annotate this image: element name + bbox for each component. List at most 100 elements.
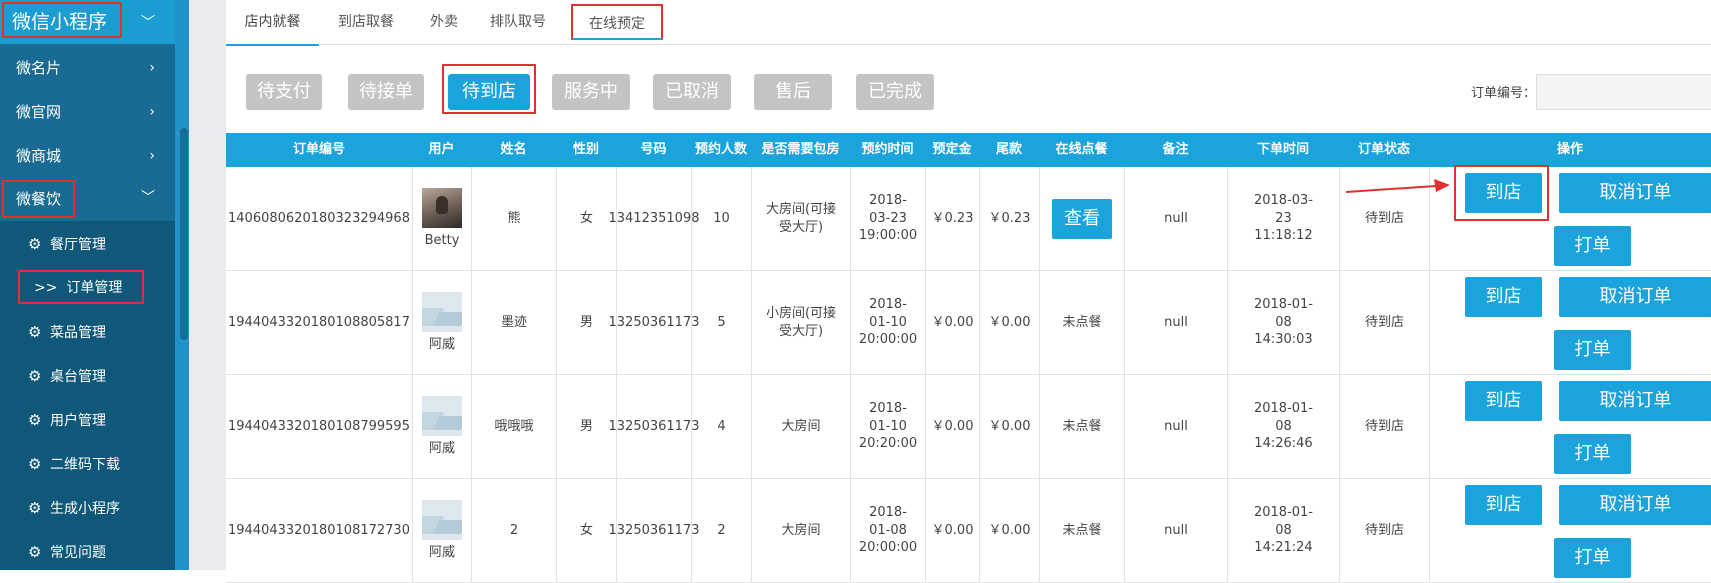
submenu-item-orders[interactable]: >> 订单管理 [0, 266, 175, 310]
cell-remark: null [1124, 479, 1227, 582]
submenu-item-generate[interactable]: ⚙ 生成小程序 [0, 486, 175, 530]
search-input[interactable] [1536, 74, 1711, 110]
submenu-item-users[interactable]: ⚙ 用户管理 [0, 398, 175, 442]
table-row: 1944043320180108799595 阿威 哦哦哦 男 13250361… [226, 375, 1711, 479]
filter-completed[interactable]: 已完成 [856, 74, 934, 110]
sidebar-item-catering[interactable]: 微餐饮 ﹀ [0, 176, 175, 220]
filter-in-service[interactable]: 服务中 [552, 74, 630, 110]
avatar [422, 187, 462, 228]
arrive-button[interactable]: 到店 [1465, 485, 1542, 525]
submenu-label: 二维码下载 [50, 457, 120, 473]
tab-dine-in[interactable]: 店内就餐 [226, 0, 319, 46]
cell-name: 哦哦哦 [471, 375, 556, 478]
annotation-box-filter [442, 64, 536, 114]
submenu-item-faq[interactable]: ⚙ 常见问题 [0, 530, 175, 574]
arrive-button[interactable]: 到店 [1465, 381, 1542, 421]
cell-user: Betty [412, 167, 471, 270]
cell-remark: null [1124, 167, 1227, 270]
print-button[interactable]: 打单 [1554, 226, 1631, 266]
filter-cancelled[interactable]: 已取消 [653, 74, 731, 110]
cell-user: 阿威 [412, 271, 471, 374]
cell-name: 2 [471, 479, 556, 582]
arrive-button[interactable]: 到店 [1465, 277, 1542, 317]
submenu-item-qrcode[interactable]: ⚙ 二维码下载 [0, 442, 175, 486]
cell-name: 熊 [471, 167, 556, 270]
filter-pending-accept[interactable]: 待接单 [348, 74, 424, 110]
annotation-box-arrive [1454, 165, 1549, 221]
cell-actions: 到店 取消订单 打单 [1429, 479, 1711, 582]
filter-after-sales[interactable]: 售后 [754, 74, 832, 110]
cell-gender: 男 [556, 375, 616, 478]
col-remark: 备注 [1162, 142, 1189, 157]
submenu-label: 生成小程序 [50, 501, 120, 517]
submenu-item-restaurant[interactable]: ⚙ 餐厅管理 [0, 222, 175, 266]
cell-created: 2018-03-23 11:18:12 [1227, 167, 1339, 270]
cell-online-order: 未点餐 [1039, 375, 1124, 478]
view-order-button[interactable]: 查看 [1052, 198, 1112, 239]
cell-name: 墨迹 [471, 271, 556, 374]
col-phone: 号码 [640, 142, 667, 157]
print-button[interactable]: 打单 [1554, 434, 1631, 474]
cancel-order-button[interactable]: 取消订单 [1559, 173, 1711, 213]
cell-status: 待到店 [1339, 479, 1429, 582]
col-deposit: 预定金 [932, 142, 972, 157]
tab-pickup[interactable]: 到店取餐 [321, 0, 411, 44]
cell-room: 大房间(可接受大厅) [751, 167, 850, 270]
cell-deposit: ￥0.00 [925, 375, 979, 478]
user-name: Betty [424, 232, 460, 248]
sidebar-item-label: 微官网 [16, 103, 62, 121]
sidebar-header[interactable]: 微信小程序 ﹀ [0, 0, 175, 44]
sidebar-item-label: 微餐饮 [2, 180, 76, 218]
double-chevron-icon: >> [34, 280, 58, 296]
chevron-right-icon: › [149, 60, 155, 76]
submenu-label: 订单管理 [66, 280, 123, 296]
cell-gender: 女 [556, 167, 616, 270]
search-label: 订单编号： [1471, 86, 1537, 101]
user-name: 阿威 [428, 440, 455, 456]
avatar [422, 291, 462, 332]
sidebar-scrollbar-thumb[interactable] [180, 128, 188, 340]
gear-icon: ⚙ [28, 411, 42, 429]
col-created: 下单时间 [1256, 142, 1309, 157]
col-guests: 预约人数 [694, 142, 747, 157]
cell-deposit: ￥0.00 [925, 479, 979, 582]
cell-order-no: 1944043320180108805817 [228, 314, 410, 330]
cell-balance: ￥0.00 [979, 479, 1039, 582]
cell-online-order: 查看 [1039, 167, 1124, 270]
cell-gender: 女 [556, 479, 616, 582]
tab-bar: 店内就餐 到店取餐 外卖 排队取号 在线预定 [226, 0, 1711, 46]
table-row: 1944043320180108805817 阿威 墨迹 男 132503611… [226, 271, 1711, 375]
gear-icon: ⚙ [28, 499, 42, 517]
cell-time: 2018-01-08 20:00:00 [850, 479, 925, 582]
user-name: 阿威 [428, 336, 455, 352]
cancel-order-button[interactable]: 取消订单 [1559, 277, 1711, 317]
annotation-arrow-icon [1346, 179, 1450, 193]
cancel-order-button[interactable]: 取消订单 [1559, 381, 1711, 421]
sidebar-item-label: 微商城 [16, 147, 62, 165]
cell-phone: 13250361173 [609, 375, 700, 478]
submenu-label: 常见问题 [50, 545, 106, 561]
chevron-down-icon[interactable]: ﹀ [141, 12, 155, 32]
sidebar-item-mall[interactable]: 微商城 › [0, 134, 175, 178]
filter-pending-payment[interactable]: 待支付 [246, 74, 322, 110]
tab-delivery[interactable]: 外卖 [413, 0, 475, 44]
cell-user: 阿威 [412, 375, 471, 478]
print-button[interactable]: 打单 [1554, 330, 1631, 370]
sidebar-item-card[interactable]: 微名片 › [0, 46, 175, 90]
cancel-order-button[interactable]: 取消订单 [1559, 485, 1711, 525]
chevron-right-icon: › [149, 148, 155, 164]
submenu-label: 菜品管理 [50, 325, 106, 341]
col-name: 姓名 [500, 142, 527, 157]
cell-guests: 10 [691, 167, 751, 270]
cell-deposit: ￥0.00 [925, 271, 979, 374]
submenu-item-dishes[interactable]: ⚙ 菜品管理 [0, 310, 175, 354]
submenu-item-tables[interactable]: ⚙ 桌台管理 [0, 354, 175, 398]
cell-online-order: 未点餐 [1039, 271, 1124, 374]
cell-status: 待到店 [1339, 271, 1429, 374]
tab-online-reservation[interactable]: 在线预定 [571, 4, 663, 40]
print-button[interactable]: 打单 [1554, 538, 1631, 578]
cell-online-order: 未点餐 [1039, 479, 1124, 582]
tab-queue[interactable]: 排队取号 [477, 0, 559, 44]
sidebar-item-website[interactable]: 微官网 › [0, 90, 175, 134]
cell-deposit: ￥0.23 [925, 167, 979, 270]
